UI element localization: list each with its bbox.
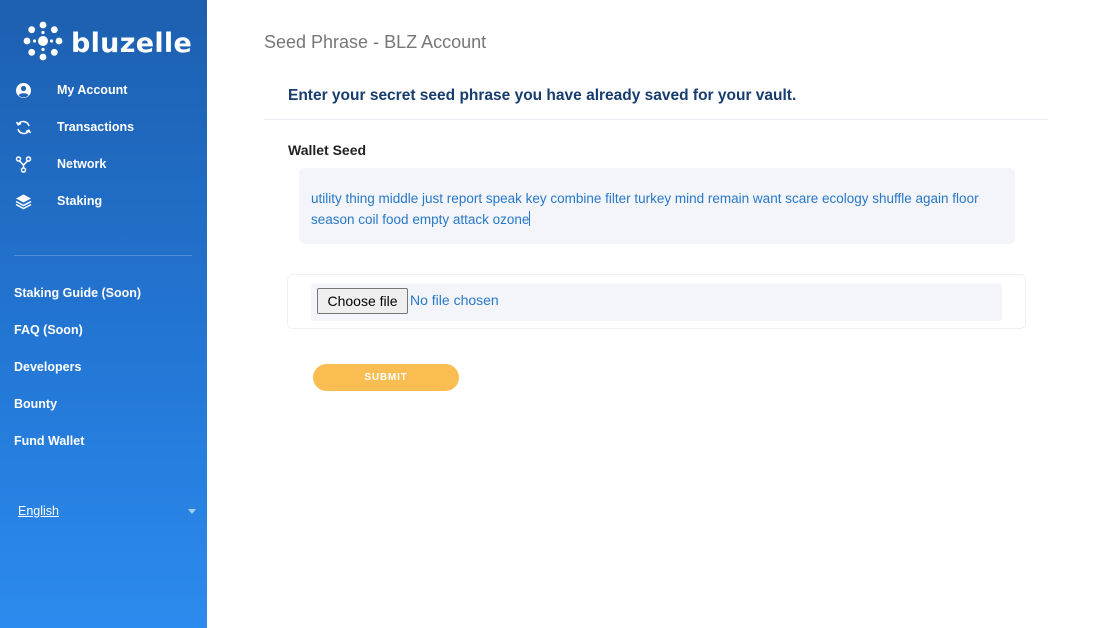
- text-cursor: [529, 211, 531, 226]
- nav-item-staking[interactable]: Staking: [0, 186, 207, 216]
- wallet-seed-label: Wallet Seed: [288, 142, 367, 158]
- brand-name: bluzelle: [71, 27, 193, 59]
- bluzelle-logo-icon: [22, 20, 64, 67]
- nav-label-network: Network: [57, 157, 107, 171]
- choose-file-button[interactable]: Choose file: [317, 288, 408, 314]
- sidebar: bluzelle My Account Transactions Network…: [0, 0, 207, 628]
- section-divider: [264, 119, 1048, 120]
- link-developers[interactable]: Developers: [14, 360, 81, 374]
- nav-item-transactions[interactable]: Transactions: [0, 112, 207, 142]
- instruction-heading: Enter your secret seed phrase you have a…: [288, 87, 797, 104]
- nav-label-staking: Staking: [57, 194, 103, 208]
- link-bounty[interactable]: Bounty: [14, 397, 57, 411]
- page-title: Seed Phrase - BLZ Account: [264, 32, 487, 52]
- layers-icon: [15, 193, 32, 210]
- language-selector[interactable]: English: [18, 504, 59, 518]
- wallet-seed-textarea[interactable]: utility thing middle just report speak k…: [299, 168, 1015, 244]
- nav-label-my-account: My Account: [57, 83, 128, 97]
- sidebar-divider: [14, 255, 192, 256]
- refresh-icon: [15, 119, 32, 136]
- nav-label-transactions: Transactions: [57, 120, 135, 134]
- chevron-down-icon[interactable]: [188, 509, 196, 514]
- link-staking-guide[interactable]: Staking Guide (Soon): [14, 286, 141, 300]
- link-faq[interactable]: FAQ (Soon): [14, 323, 83, 337]
- nav-item-network[interactable]: Network: [0, 149, 207, 179]
- seed-phrase-text: utility thing middle just report speak k…: [311, 191, 979, 227]
- brand-logo[interactable]: bluzelle: [22, 20, 193, 67]
- submit-button[interactable]: SUBMIT: [313, 364, 459, 391]
- nav-item-my-account[interactable]: My Account: [0, 75, 207, 105]
- file-status-text: No file chosen: [410, 292, 499, 308]
- user-circle-icon: [15, 82, 32, 99]
- link-fund-wallet[interactable]: Fund Wallet: [14, 434, 84, 448]
- network-icon: [15, 155, 32, 173]
